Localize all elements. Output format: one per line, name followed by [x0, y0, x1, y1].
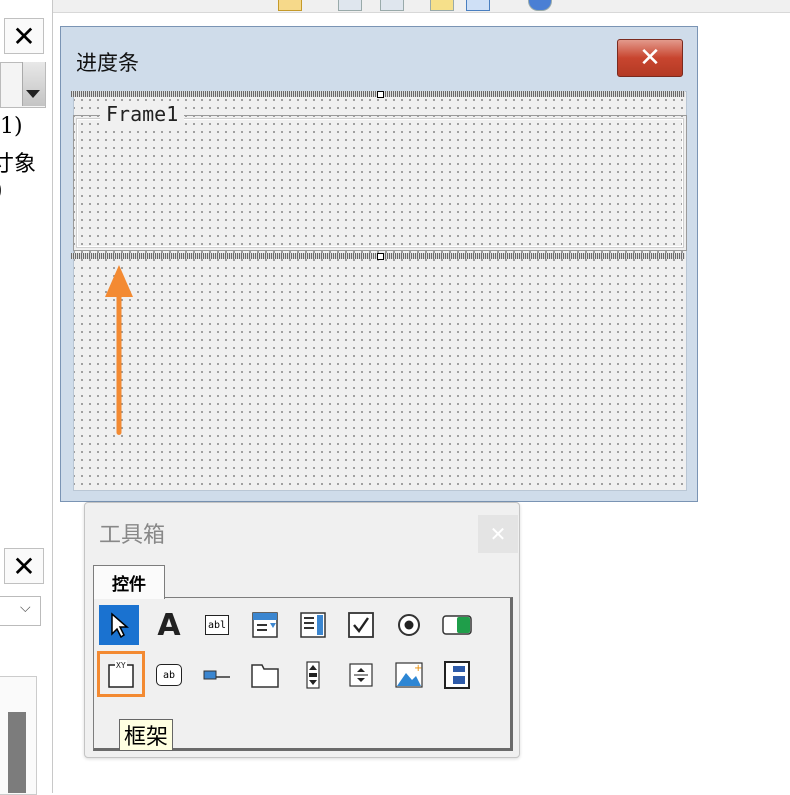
toolbox-title: 工具箱	[99, 523, 166, 548]
top-toolbar	[52, 0, 790, 13]
userform-window[interactable]: 进度条 ✕ Frame1	[60, 26, 698, 502]
svg-text:XY: XY	[116, 661, 126, 670]
tooltip: 框架	[119, 719, 174, 751]
checkbox-icon	[348, 612, 374, 638]
tool-checkbox[interactable]	[341, 605, 381, 645]
tool-option-button[interactable]	[389, 605, 429, 645]
tabstrip-icon	[203, 670, 230, 680]
close-icon: ✕	[12, 19, 36, 53]
tool-textbox[interactable]: abl	[197, 605, 237, 645]
tool-listbox[interactable]	[293, 605, 333, 645]
select-objects-icon	[111, 612, 130, 638]
panel-text-fragment: )	[0, 178, 3, 203]
panel-text-fragment: 寸象	[0, 152, 37, 177]
tool-select-objects[interactable]	[99, 605, 139, 645]
form-title: 进度条	[76, 51, 139, 75]
toolbar-tool-icon[interactable]	[338, 0, 362, 11]
tool-frame[interactable]: XY	[97, 651, 145, 697]
toolbar-edit-icon[interactable]	[430, 0, 454, 11]
tab-controls[interactable]: 控件	[93, 565, 165, 599]
frame1-control[interactable]: Frame1	[73, 102, 687, 251]
tool-toggle-button[interactable]	[437, 605, 477, 645]
toolbox-close-button[interactable]: ✕	[478, 515, 518, 553]
tool-multipage[interactable]	[245, 655, 285, 695]
toolbar-userform-icon[interactable]	[278, 0, 302, 11]
multipage-icon	[251, 664, 279, 688]
label-icon: A	[157, 607, 181, 643]
frame1-border	[76, 118, 684, 248]
tool-scrollbar[interactable]	[293, 655, 333, 695]
tool-combobox[interactable]	[245, 605, 285, 645]
toolbar-window-icon[interactable]	[380, 0, 404, 11]
resize-handle[interactable]	[377, 253, 384, 260]
frame1-caption: Frame1	[100, 102, 185, 126]
close-icon: ✕	[639, 43, 661, 73]
tool-label[interactable]: A	[149, 605, 189, 645]
scrollbar-icon	[306, 661, 320, 689]
tool-spinbutton[interactable]	[341, 655, 381, 695]
close-icon: ✕	[12, 549, 36, 583]
toolbox-window[interactable]: 工具箱 ✕ 控件 A abl XY ab + 框架	[84, 502, 520, 758]
tool-command-button[interactable]: ab	[149, 655, 189, 695]
spinbutton-icon	[349, 663, 373, 687]
tool-refedit[interactable]	[437, 655, 477, 695]
project-close-button[interactable]: ✕	[4, 18, 44, 54]
tool-image[interactable]: +	[389, 655, 429, 695]
toolbar-toolbox-icon[interactable]	[466, 0, 490, 11]
chevron-down-icon	[26, 90, 40, 98]
arrow-up-icon	[105, 265, 133, 435]
image-icon: +	[395, 662, 423, 688]
combo-dropdown-button[interactable]	[22, 62, 45, 106]
listbox-icon	[300, 612, 326, 638]
option-button-icon	[398, 614, 420, 636]
combobox-icon	[252, 612, 278, 638]
tool-tabstrip[interactable]	[197, 655, 237, 695]
svg-text:+: +	[414, 663, 422, 674]
textbox-icon: abl	[205, 615, 229, 635]
scrollbar-thumb[interactable]	[8, 712, 26, 793]
chevron-down-icon: ⌵	[20, 600, 31, 616]
command-button-icon: ab	[156, 664, 182, 686]
refedit-icon	[444, 661, 470, 689]
form-close-button[interactable]: ✕	[617, 39, 683, 77]
close-icon: ✕	[489, 522, 507, 546]
toggle-button-icon	[442, 615, 472, 635]
properties-combo[interactable]: ⌵	[0, 596, 41, 626]
panel-text-fragment: 1)	[0, 114, 23, 139]
properties-close-button[interactable]: ✕	[4, 548, 44, 584]
resize-handle[interactable]	[377, 91, 384, 98]
frame-icon: XY	[108, 660, 134, 688]
